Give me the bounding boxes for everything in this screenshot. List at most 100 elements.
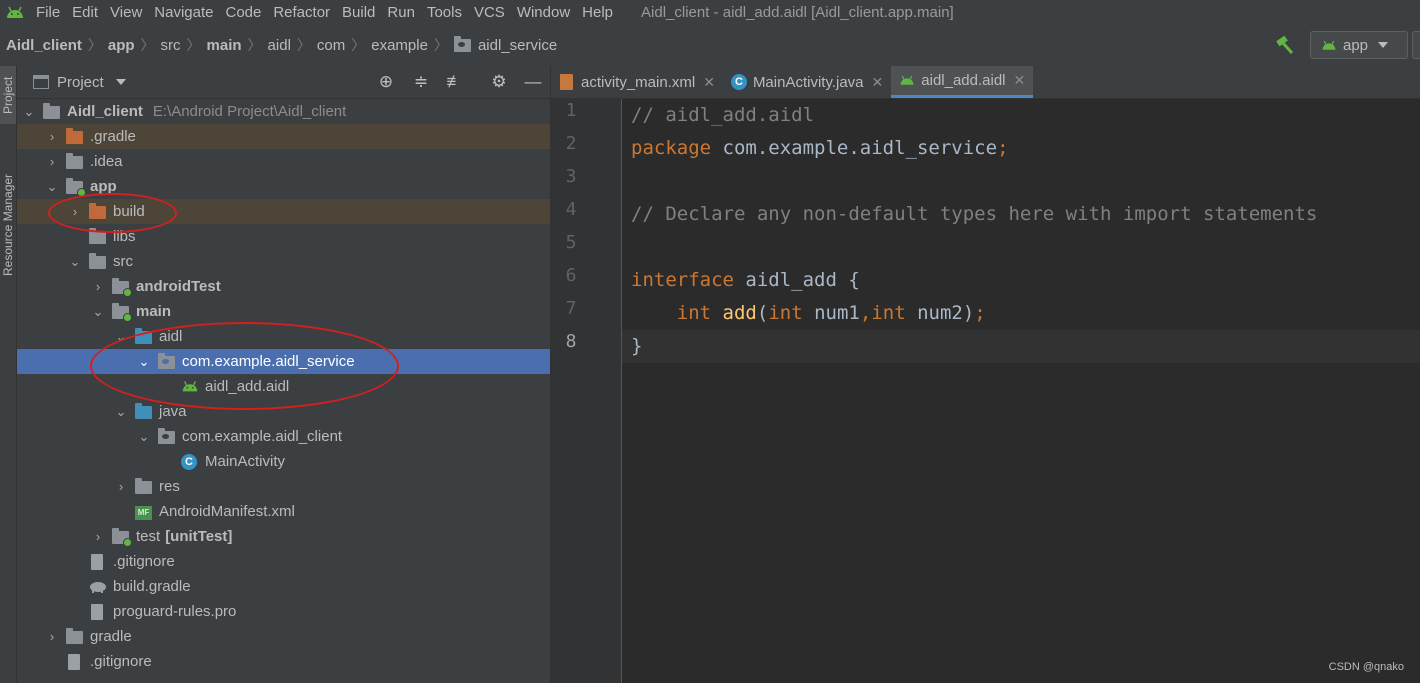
breadcrumb-item[interactable]: main [207, 37, 242, 54]
tree-row-java[interactable]: ⌄ java [17, 399, 550, 424]
android-aidl-file-icon [181, 379, 199, 395]
chevron-right-icon[interactable]: › [92, 529, 104, 544]
menu-build[interactable]: Build [336, 4, 381, 21]
tree-label: libs [113, 228, 136, 245]
project-tool-tab[interactable]: Project [0, 66, 16, 124]
menu-file[interactable]: File [30, 4, 66, 21]
tree-row-proguard[interactable]: › proguard-rules.pro [17, 599, 550, 624]
project-view-title[interactable]: Project [57, 74, 104, 91]
menu-window[interactable]: Window [511, 4, 576, 21]
tree-label: MainActivity [205, 453, 286, 470]
tree-row-main-activity[interactable]: › C MainActivity [17, 449, 550, 474]
gear-icon[interactable]: ⚙ [490, 73, 508, 91]
tree-row-android-manifest[interactable]: › MF AndroidManifest.xml [17, 499, 550, 524]
tree-row-root-gitignore[interactable]: › .gitignore [17, 649, 550, 674]
tree-row-android-test[interactable]: › androidTest [17, 274, 550, 299]
chevron-right-icon[interactable]: › [115, 479, 127, 494]
tree-row-gradle[interactable]: › gradle [17, 624, 550, 649]
tree-row-libs[interactable]: › libs [17, 224, 550, 249]
tree-row-aidl[interactable]: ⌄ aidl [17, 324, 550, 349]
tree-row-res[interactable]: › res [17, 474, 550, 499]
source-folder-icon [135, 327, 153, 345]
tree-row-gradle-dir[interactable]: › .gradle [17, 124, 550, 149]
line-number-gutter: 1 2 3 4 5 6 7 8 [551, 99, 622, 683]
run-configuration-dropdown[interactable]: app [1310, 31, 1408, 59]
code-editor: activity_main.xml ✕ C MainActivity.java … [551, 66, 1420, 683]
close-icon[interactable]: ✕ [872, 74, 884, 91]
tree-row-aidl-add-file[interactable]: › aidl_add.aidl [17, 374, 550, 399]
menu-run[interactable]: Run [381, 4, 421, 21]
chevron-right-icon[interactable]: › [92, 279, 104, 294]
breadcrumb-item[interactable]: com [317, 37, 345, 54]
menu-vcs[interactable]: VCS [468, 4, 511, 21]
tree-row-app[interactable]: ⌄ app [17, 174, 550, 199]
breadcrumb-item[interactable]: aidl [268, 37, 291, 54]
chevron-down-icon[interactable]: ⌄ [138, 354, 150, 370]
breadcrumb-item[interactable]: Aidl_client [6, 37, 82, 54]
tree-row-aidl-client[interactable]: ⌄ Aidl_client E:\Android Project\Aidl_cl… [17, 99, 550, 124]
menu-view[interactable]: View [104, 4, 148, 21]
chevron-down-icon[interactable] [115, 79, 126, 85]
menu-tools[interactable]: Tools [421, 4, 468, 21]
chevron-right-icon[interactable]: › [46, 129, 58, 144]
collapse-all-icon[interactable]: ≢ [446, 73, 464, 91]
menu-refactor[interactable]: Refactor [267, 4, 336, 21]
expand-all-icon[interactable]: ≑ [412, 73, 430, 91]
run-configuration-label: app [1343, 36, 1369, 54]
breadcrumb-item[interactable]: aidl_service [478, 37, 557, 54]
chevron-down-icon[interactable]: ⌄ [23, 104, 35, 120]
menu-help[interactable]: Help [576, 4, 619, 21]
text-file-icon [89, 603, 107, 620]
window-title: Aidl_client - aidl_add.aidl [Aidl_client… [641, 3, 954, 21]
device-selector-button[interactable] [1412, 31, 1420, 59]
chevron-down-icon[interactable]: ⌄ [92, 304, 104, 320]
tree-row-test[interactable]: › test [unitTest] [17, 524, 550, 549]
locate-file-icon[interactable]: ⊕ [377, 73, 395, 91]
chevron-right-icon[interactable]: › [46, 154, 58, 169]
tree-row-build-gradle[interactable]: › build.gradle [17, 574, 550, 599]
chevron-down-icon[interactable]: ⌄ [46, 179, 58, 195]
code-line: package com.example.aidl_service; [631, 137, 1009, 159]
chevron-down-icon[interactable]: ⌄ [115, 329, 127, 345]
chevron-right-icon[interactable]: › [46, 629, 58, 644]
java-class-icon: C [181, 453, 199, 470]
chevron-down-icon[interactable]: ⌄ [115, 404, 127, 420]
menu-code[interactable]: Code [219, 4, 267, 21]
tree-row-idea[interactable]: › .idea [17, 149, 550, 174]
tree-row-src[interactable]: ⌄ src [17, 249, 550, 274]
tree-row-app-gitignore[interactable]: › .gitignore [17, 549, 550, 574]
tree-row-build[interactable]: › build [17, 199, 550, 224]
breadcrumb-separator-icon: 〉 [87, 37, 102, 53]
tab-label: activity_main.xml [581, 73, 696, 91]
tree-label: .idea [90, 153, 123, 170]
chevron-down-icon[interactable]: ⌄ [138, 429, 150, 445]
breadcrumb-separator-icon: 〉 [433, 37, 448, 53]
tab-aidl-add-aidl[interactable]: aidl_add.aidl ✕ [891, 66, 1034, 98]
build-hammer-icon[interactable] [1274, 34, 1296, 56]
resource-manager-tool-tab[interactable]: Resource Manager [0, 160, 16, 290]
tree-row-package-aidl-service[interactable]: ⌄ com.example.aidl_service [17, 349, 550, 374]
chevron-right-icon[interactable]: › [69, 204, 81, 219]
test-folder-icon [112, 527, 132, 547]
minimize-icon[interactable]: — [524, 73, 542, 91]
tree-row-main[interactable]: ⌄ main [17, 299, 550, 324]
project-panel-header: Project ⊕ ≑ ≢ ⚙ — [17, 66, 550, 99]
resources-folder-icon [135, 477, 153, 495]
tab-label: aidl_add.aidl [921, 72, 1006, 89]
tree-label: aidl_add.aidl [205, 378, 290, 395]
close-icon[interactable]: ✕ [1014, 72, 1026, 89]
breadcrumb-item[interactable]: app [108, 37, 135, 54]
breadcrumb-item[interactable]: example [371, 37, 428, 54]
menu-edit[interactable]: Edit [66, 4, 104, 21]
breadcrumb-item[interactable]: src [161, 37, 181, 54]
chevron-down-icon[interactable]: ⌄ [69, 254, 81, 270]
menu-navigate[interactable]: Navigate [148, 4, 219, 21]
android-icon [1322, 40, 1336, 50]
tree-row-package-aidl-client[interactable]: ⌄ com.example.aidl_client [17, 424, 550, 449]
current-line-highlight [622, 330, 1420, 363]
tree-label: proguard-rules.pro [113, 603, 237, 620]
tab-activity-main-xml[interactable]: activity_main.xml ✕ [551, 66, 723, 98]
module-folder-icon [66, 177, 86, 197]
close-icon[interactable]: ✕ [703, 74, 715, 91]
tab-main-activity-java[interactable]: C MainActivity.java ✕ [723, 66, 891, 98]
